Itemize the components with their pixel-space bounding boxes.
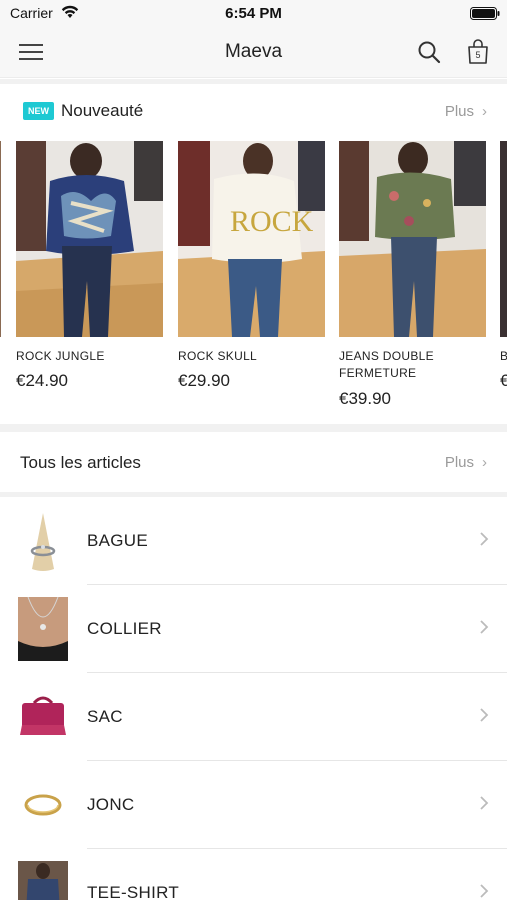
product-image [500, 141, 507, 337]
category-label: BAGUE [87, 531, 149, 550]
new-arrivals-section: NEW Nouveauté Plus › ROCK JUNGLE €24.90 … [0, 84, 507, 424]
product-price: €29.90 [178, 371, 230, 390]
more-link-label: Plus [444, 454, 474, 471]
shopping-bag-button[interactable]: 5 [467, 39, 489, 65]
cart-count-badge: 5 [475, 50, 481, 60]
chevron-right-icon [480, 620, 489, 634]
chevron-right-icon [480, 796, 489, 810]
new-arrivals-header: NEW Nouveauté Plus › [0, 84, 507, 136]
all-articles-title: Tous les articles [20, 453, 141, 472]
navigation-bar: Maeva 5 [0, 28, 507, 78]
product-image [16, 141, 163, 337]
svg-text:ROCK: ROCK [230, 205, 314, 238]
new-arrivals-more-link[interactable]: Plus › [445, 103, 487, 120]
category-item-bague[interactable]: BAGUE [0, 497, 507, 585]
all-articles-header: Tous les articles Plus › [0, 432, 507, 492]
battery-icon [470, 7, 500, 20]
category-thumbnail [18, 509, 68, 573]
product-price: €24.90 [16, 371, 68, 390]
status-bar: Carrier 6:54 PM [0, 0, 507, 28]
clock: 6:54 PM [225, 5, 282, 22]
product-name: B [500, 349, 507, 363]
product-image [339, 141, 486, 337]
category-item-jonc[interactable]: JONC [0, 761, 507, 849]
category-item-sac[interactable]: SAC [0, 673, 507, 761]
chevron-right-icon [480, 532, 489, 546]
chevron-right-icon [480, 884, 489, 898]
search-icon[interactable] [417, 40, 441, 64]
chevron-right-icon: › [482, 103, 487, 120]
product-image: ROCK [178, 141, 325, 337]
section-divider [0, 424, 507, 432]
product-name: ROCK SKULL [178, 349, 258, 363]
product-price: €39.90 [339, 389, 391, 408]
category-thumbnail [18, 773, 68, 837]
more-link-label: Plus [444, 103, 474, 120]
chevron-right-icon [480, 708, 489, 722]
category-label: TEE-SHIRT [87, 883, 180, 900]
category-item-collier[interactable]: COLLIER [0, 585, 507, 673]
product-name: ROCK JUNGLE [16, 349, 105, 363]
category-list: BAGUE COLLIER SAC JONC TEE-SHIRT [0, 497, 507, 900]
product-image [0, 141, 1, 337]
product-price: € [500, 371, 507, 390]
category-thumbnail [18, 861, 68, 900]
category-label: COLLIER [87, 619, 162, 638]
new-arrivals-title: Nouveauté [61, 101, 144, 120]
category-thumbnail [18, 597, 68, 661]
product-name: JEANS DOUBLE FERMETURE [339, 349, 434, 380]
category-label: JONC [87, 795, 135, 814]
product-carousel[interactable]: ROCK JUNGLE €24.90 ROCK ROCK SKULL €29.9… [0, 141, 507, 421]
category-label: SAC [87, 707, 123, 726]
category-item-tee-shirt[interactable]: TEE-SHIRT [0, 849, 507, 900]
chevron-right-icon: › [482, 454, 487, 471]
category-thumbnail [18, 685, 68, 749]
all-articles-more-link[interactable]: Plus › [445, 454, 487, 471]
new-badge: NEW [23, 102, 54, 120]
